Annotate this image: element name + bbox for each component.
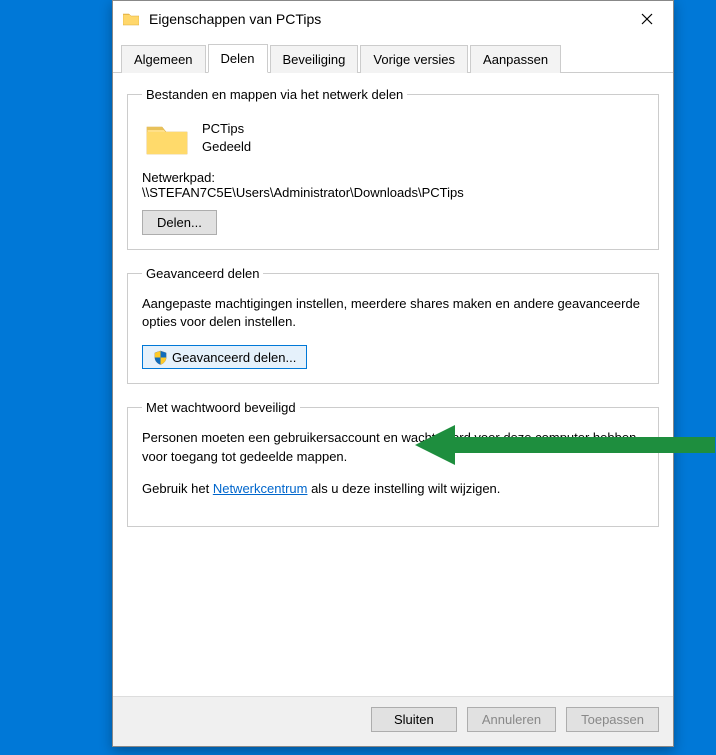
password-desc-2-pre: Gebruik het (142, 481, 213, 496)
network-center-link[interactable]: Netwerkcentrum (213, 481, 308, 496)
tab-general[interactable]: Algemeen (121, 45, 206, 73)
dialog-footer: Sluiten Annuleren Toepassen (113, 696, 673, 746)
share-button[interactable]: Delen... (142, 210, 217, 235)
titlebar: Eigenschappen van PCTips (113, 1, 673, 37)
network-path-label: Netwerkpad: (142, 170, 644, 185)
group-network-sharing: Bestanden en mappen via het netwerk dele… (127, 87, 659, 250)
properties-window: Eigenschappen van PCTips Algemeen Delen … (112, 0, 674, 747)
tab-security[interactable]: Beveiliging (270, 45, 359, 73)
apply-button[interactable]: Toepassen (566, 707, 659, 732)
tab-previous-versions[interactable]: Vorige versies (360, 45, 468, 73)
group-advanced-sharing-legend: Geavanceerd delen (142, 266, 263, 281)
advanced-sharing-button[interactable]: Geavanceerd delen... (142, 345, 307, 369)
tab-content: Bestanden en mappen via het netwerk dele… (113, 73, 673, 696)
group-network-sharing-legend: Bestanden en mappen via het netwerk dele… (142, 87, 407, 102)
group-password-protected-legend: Met wachtwoord beveiligd (142, 400, 300, 415)
shared-status: Gedeeld (202, 138, 251, 156)
network-path: \\STEFAN7C5E\Users\Administrator\Downloa… (142, 185, 644, 200)
group-password-protected: Met wachtwoord beveiligd Personen moeten… (127, 400, 659, 527)
password-desc-2-post: als u deze instelling wilt wijzigen. (307, 481, 500, 496)
cancel-button[interactable]: Annuleren (467, 707, 556, 732)
tab-sharing[interactable]: Delen (208, 44, 268, 73)
uac-shield-icon (153, 350, 168, 365)
tab-strip: Algemeen Delen Beveiliging Vorige versie… (113, 37, 673, 73)
password-desc-1: Personen moeten een gebruikersaccount en… (142, 429, 644, 465)
advanced-sharing-button-label: Geavanceerd delen... (172, 350, 296, 365)
folder-icon (123, 12, 139, 26)
group-advanced-sharing: Geavanceerd delen Aangepaste machtiginge… (127, 266, 659, 384)
tab-customize[interactable]: Aanpassen (470, 45, 561, 73)
advanced-sharing-desc: Aangepaste machtigingen instellen, meerd… (142, 295, 644, 331)
close-button[interactable] (627, 5, 667, 33)
shared-folder-name: PCTips (202, 120, 251, 138)
close-dialog-button[interactable]: Sluiten (371, 707, 457, 732)
big-folder-icon (146, 120, 188, 156)
window-title: Eigenschappen van PCTips (149, 11, 627, 27)
share-info: PCTips Gedeeld (202, 120, 251, 155)
password-desc-2: Gebruik het Netwerkcentrum als u deze in… (142, 480, 644, 498)
